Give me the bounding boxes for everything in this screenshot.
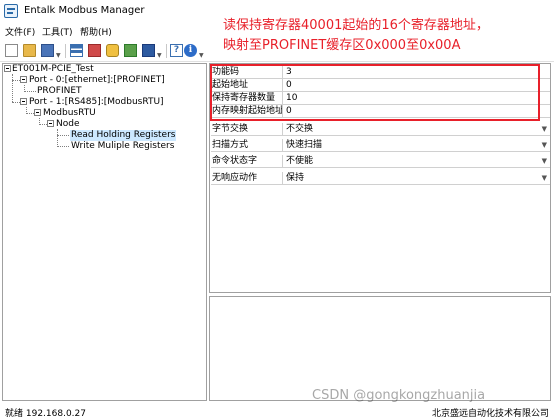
help-icon[interactable]: ? — [170, 44, 183, 57]
description-panel — [209, 296, 551, 401]
collapse-icon[interactable] — [47, 120, 54, 127]
dropdown-value: 保持 — [286, 173, 305, 183]
property-row[interactable]: 无响应动作 保持 ▼ — [211, 172, 550, 185]
info-icon[interactable]: i — [184, 44, 197, 57]
property-label: 扫描方式 — [211, 139, 283, 151]
annotation-text: 读保持寄存器40001起始的16个寄存器地址， 映射至PROFINET缓存区0x… — [223, 16, 548, 56]
tree-connector — [12, 102, 20, 103]
property-label: 无响应动作 — [211, 172, 283, 184]
property-label: 字节交换 — [211, 123, 283, 135]
menu-tools[interactable]: 工具(T) — [42, 25, 73, 38]
tree-connector — [12, 74, 13, 102]
open-folder-icon[interactable] — [23, 44, 36, 57]
tree-item-port1[interactable]: Port - 1:[RS485]:[ModbusRTU] — [29, 97, 164, 108]
settings-icon[interactable] — [106, 44, 119, 57]
tree-connector — [24, 91, 36, 92]
tree-connector — [57, 129, 58, 147]
tree-connector — [57, 135, 69, 136]
tree-item-modbusrtu[interactable]: ModbusRTU — [43, 108, 96, 119]
tree-item-read-holding-registers[interactable]: Read Holding Registers — [70, 130, 177, 141]
property-value-dropdown[interactable]: 快速扫描 ▼ — [284, 139, 550, 151]
tree-item-node[interactable]: Node — [56, 119, 80, 130]
new-file-icon[interactable] — [5, 44, 18, 57]
status-bar: 就绪 192.168.0.27 北京盛远自动化技术有限公司 — [0, 403, 554, 419]
watermark: CSDN @gongkongzhuanjia — [312, 388, 486, 403]
tree-item-write-multiple-registers[interactable]: Write Muliple Registers — [71, 141, 174, 152]
tree-item-root[interactable]: ET001M-PCIE_Test — [12, 64, 94, 75]
tree-item-port0[interactable]: Port - 0:[ethernet]:[PROFINET] — [29, 75, 165, 86]
dropdown-value: 不交换 — [286, 124, 314, 134]
menu-file[interactable]: 文件(F) — [5, 25, 35, 38]
property-value-dropdown[interactable]: 不使能 ▼ — [284, 155, 550, 167]
status-company: 北京盛远自动化技术有限公司 — [431, 409, 549, 419]
dropdown-value: 快速扫描 — [286, 140, 323, 150]
chevron-down-icon[interactable]: ▼ — [542, 155, 547, 167]
property-row[interactable]: 字节交换 不交换 ▼ — [211, 123, 550, 136]
collapse-icon[interactable] — [4, 65, 11, 72]
chevron-down-icon[interactable]: ▼ — [542, 172, 547, 184]
export-dropdown-icon[interactable]: ▼ — [157, 52, 162, 59]
dropdown-value: 不使能 — [286, 156, 314, 166]
status-ip: 就绪 192.168.0.27 — [5, 409, 86, 419]
export-icon[interactable] — [142, 44, 155, 57]
window-title: Entalk Modbus Manager — [24, 5, 145, 16]
tree-connector — [57, 146, 69, 147]
info-dropdown-icon[interactable]: ▼ — [199, 52, 204, 59]
chevron-down-icon[interactable]: ▼ — [542, 123, 547, 135]
toolbar-separator — [166, 44, 167, 58]
tree-item-profinet[interactable]: PROFINET — [37, 86, 82, 97]
menu-help[interactable]: 帮助(H) — [80, 25, 112, 38]
tree-connector — [12, 80, 20, 81]
save-dropdown-icon[interactable]: ▼ — [56, 52, 61, 59]
property-value-dropdown[interactable]: 保持 ▼ — [284, 172, 550, 184]
save-icon[interactable] — [41, 44, 54, 57]
toolbar-separator — [65, 44, 66, 58]
collapse-icon[interactable] — [20, 76, 27, 83]
annotation-highlight-box — [210, 64, 540, 121]
add-icon[interactable] — [124, 44, 137, 57]
chevron-down-icon[interactable]: ▼ — [542, 139, 547, 151]
property-row[interactable]: 命令状态字 不使能 ▼ — [211, 155, 550, 168]
annotation-line: 读保持寄存器40001起始的16个寄存器地址， — [223, 18, 489, 33]
annotation-line: 映射至PROFINET缓存区0x000至0x00A — [223, 38, 461, 53]
collapse-icon[interactable] — [34, 109, 41, 116]
property-label: 命令状态字 — [211, 155, 283, 167]
tree-connector — [39, 124, 47, 125]
modbus-app-icon — [4, 4, 18, 18]
delete-icon[interactable] — [88, 44, 101, 57]
grid-icon[interactable] — [70, 44, 83, 57]
project-tree[interactable]: ET001M-PCIE_Test Port - 0:[ethernet]:[PR… — [2, 63, 207, 401]
property-value-dropdown[interactable]: 不交换 ▼ — [284, 123, 550, 135]
collapse-icon[interactable] — [20, 98, 27, 105]
property-row[interactable]: 扫描方式 快速扫描 ▼ — [211, 139, 550, 152]
tree-connector — [26, 113, 34, 114]
